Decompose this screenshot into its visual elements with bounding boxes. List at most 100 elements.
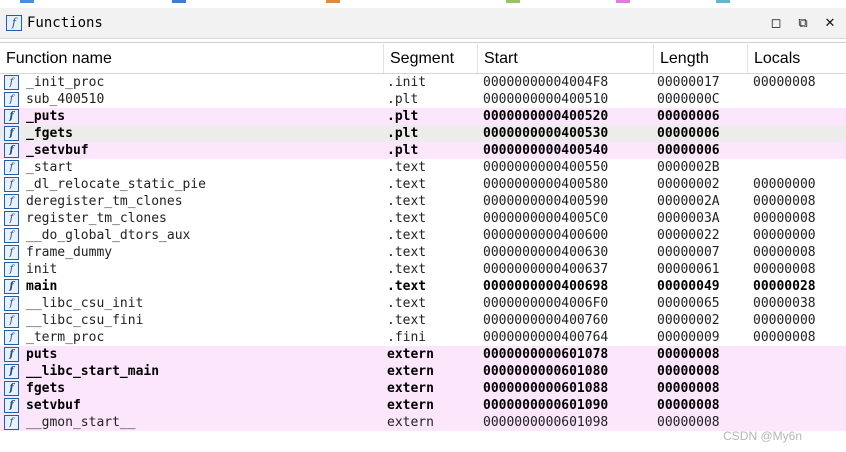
locals-cell: 00000038 [753, 295, 843, 312]
table-row[interactable]: fputsextern000000000060107800000008 [0, 346, 846, 363]
table-row[interactable]: f_dl_relocate_static_pie.text00000000004… [0, 176, 846, 193]
locals-cell [753, 108, 843, 125]
maximize-icon[interactable]: ◻ [766, 14, 786, 34]
length-cell: 00000006 [657, 108, 749, 125]
toolbar-color-mark [326, 0, 340, 3]
function-name-cell: _fgets [26, 125, 382, 142]
column-header-length[interactable]: Length [654, 44, 748, 73]
column-header-start[interactable]: Start [478, 44, 654, 73]
function-name-cell: main [26, 278, 382, 295]
function-name-cell: setvbuf [26, 397, 382, 414]
segment-cell: .text [387, 159, 477, 176]
length-cell: 00000006 [657, 142, 749, 159]
locals-cell [753, 397, 843, 414]
column-header-locals[interactable]: Locals [748, 44, 846, 73]
column-header-segment[interactable]: Segment [384, 44, 478, 73]
function-icon: f [4, 364, 19, 379]
segment-cell: extern [387, 363, 477, 380]
watermark: CSDN @My6n [723, 429, 802, 443]
start-address-cell: 0000000000400530 [483, 125, 653, 142]
locals-cell: 00000028 [753, 278, 843, 295]
function-name-cell: init [26, 261, 382, 278]
table-row[interactable]: fframe_dummy.text00000000004006300000000… [0, 244, 846, 261]
function-name-cell: _puts [26, 108, 382, 125]
start-address-cell: 00000000004005C0 [483, 210, 653, 227]
table-row[interactable]: f__libc_csu_fini.text0000000000400760000… [0, 312, 846, 329]
locals-cell: 00000008 [753, 244, 843, 261]
function-name-cell: puts [26, 346, 382, 363]
start-address-cell: 0000000000400550 [483, 159, 653, 176]
function-name-cell: __libc_csu_init [26, 295, 382, 312]
function-name-cell: __gmon_start__ [26, 414, 382, 431]
function-icon: f [4, 245, 19, 260]
function-name-cell: register_tm_clones [26, 210, 382, 227]
segment-cell: .text [387, 210, 477, 227]
function-icon: f [4, 330, 19, 345]
locals-cell: 00000008 [753, 74, 843, 91]
function-name-cell: _start [26, 159, 382, 176]
segment-cell: .plt [387, 91, 477, 108]
table-row[interactable]: fmain.text000000000040069800000049000000… [0, 278, 846, 295]
table-row[interactable]: fsub_400510.plt00000000004005100000000C [0, 91, 846, 108]
close-icon[interactable]: ✕ [820, 14, 840, 34]
segment-cell: .plt [387, 142, 477, 159]
segment-cell: .text [387, 312, 477, 329]
table-row[interactable]: ffgetsextern000000000060108800000008 [0, 380, 846, 397]
length-cell: 00000065 [657, 295, 749, 312]
function-icon: f [4, 143, 19, 158]
table-row[interactable]: fsetvbufextern000000000060109000000008 [0, 397, 846, 414]
toolbar-color-mark [172, 0, 186, 3]
function-icon: f [4, 160, 19, 175]
function-icon: f [4, 415, 19, 430]
table-row[interactable]: f__gmon_start__extern0000000000601098000… [0, 414, 846, 431]
table-row[interactable]: finit.text000000000040063700000061000000… [0, 261, 846, 278]
segment-cell: .text [387, 261, 477, 278]
table-row[interactable]: f_puts.plt000000000040052000000006 [0, 108, 846, 125]
float-icon[interactable]: ⧉ [793, 14, 813, 34]
table-row[interactable]: f_start.text00000000004005500000002B [0, 159, 846, 176]
column-header-function-name[interactable]: Function name [0, 44, 384, 73]
segment-cell: extern [387, 397, 477, 414]
length-cell: 00000009 [657, 329, 749, 346]
length-cell: 0000000C [657, 91, 749, 108]
function-icon: f [4, 398, 19, 413]
table-row[interactable]: f__do_global_dtors_aux.text0000000000400… [0, 227, 846, 244]
segment-cell: .plt [387, 108, 477, 125]
start-address-cell: 0000000000400510 [483, 91, 653, 108]
length-cell: 00000008 [657, 346, 749, 363]
table-row[interactable]: f__libc_csu_init.text00000000004006F0000… [0, 295, 846, 312]
table-row[interactable]: fderegister_tm_clones.text00000000004005… [0, 193, 846, 210]
segment-cell: .text [387, 295, 477, 312]
toolbar-color-mark [20, 0, 34, 3]
segment-cell: .plt [387, 125, 477, 142]
table-row[interactable]: f_init_proc.init00000000004004F800000017… [0, 74, 846, 91]
locals-cell [753, 363, 843, 380]
length-cell: 0000003A [657, 210, 749, 227]
start-address-cell: 0000000000601088 [483, 380, 653, 397]
locals-cell [753, 159, 843, 176]
function-icon: f [4, 75, 19, 90]
table-row[interactable]: f_fgets.plt000000000040053000000006 [0, 125, 846, 142]
length-cell: 00000008 [657, 380, 749, 397]
length-cell: 00000008 [657, 363, 749, 380]
start-address-cell: 0000000000400760 [483, 312, 653, 329]
table-row[interactable]: f_term_proc.fini000000000040076400000009… [0, 329, 846, 346]
function-name-cell: frame_dummy [26, 244, 382, 261]
length-cell: 00000017 [657, 74, 749, 91]
segment-cell: .text [387, 227, 477, 244]
table-row[interactable]: fregister_tm_clones.text00000000004005C0… [0, 210, 846, 227]
segment-cell: extern [387, 346, 477, 363]
function-name-cell: sub_400510 [26, 91, 382, 108]
segment-cell: extern [387, 414, 477, 431]
length-cell: 00000002 [657, 176, 749, 193]
locals-cell [753, 380, 843, 397]
table-row[interactable]: f_setvbuf.plt000000000040054000000006 [0, 142, 846, 159]
locals-cell [753, 125, 843, 142]
function-icon: f [4, 381, 19, 396]
locals-cell [753, 91, 843, 108]
function-icon: f [4, 194, 19, 209]
locals-cell: 00000008 [753, 193, 843, 210]
function-icon: f [4, 126, 19, 141]
length-cell: 00000008 [657, 397, 749, 414]
table-row[interactable]: f__libc_start_mainextern0000000000601080… [0, 363, 846, 380]
